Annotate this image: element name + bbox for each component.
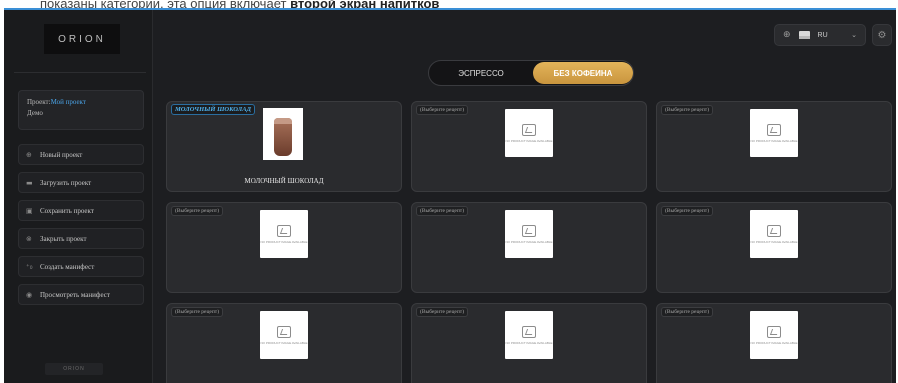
create-manifest-icon: ⁺₀ bbox=[26, 262, 33, 271]
sidebar-divider bbox=[14, 72, 146, 73]
recipe-tile-label: (Выберите рецепт) bbox=[661, 206, 714, 216]
sidebar-item-label: Загрузить проект bbox=[40, 178, 92, 187]
image-placeholder-icon bbox=[522, 123, 536, 136]
recipe-tile[interactable]: (Выберите рецепт) NO PRODUCT IMAGE AVAIL… bbox=[411, 303, 647, 383]
image-placeholder-icon bbox=[767, 224, 781, 237]
drink-image bbox=[263, 108, 303, 160]
recipe-tile[interactable]: (Выберите рецепт) NO PRODUCT IMAGE AVAIL… bbox=[166, 303, 402, 383]
recipe-tile[interactable]: (Выберите рецепт) NO PRODUCT IMAGE AVAIL… bbox=[656, 101, 892, 192]
image-placeholder-icon bbox=[277, 325, 291, 338]
no-product-text: NO PRODUCT IMAGE AVAILABLE bbox=[750, 138, 798, 143]
project-info-card: Проект:Мой проект Демо bbox=[18, 90, 144, 130]
project-name: Мой проект bbox=[50, 98, 86, 106]
recipe-tile-label: (Выберите рецепт) bbox=[416, 206, 469, 216]
no-product-text: NO PRODUCT IMAGE AVAILABLE bbox=[750, 239, 798, 244]
plus-circle-icon: ⊕ bbox=[26, 150, 32, 159]
sidebar: ORION Проект:Мой проект Демо ⊕ Новый про… bbox=[4, 10, 153, 383]
no-product-image: NO PRODUCT IMAGE AVAILABLE bbox=[505, 210, 553, 258]
no-product-image: NO PRODUCT IMAGE AVAILABLE bbox=[260, 311, 308, 359]
close-circle-icon: ⊗ bbox=[26, 234, 32, 243]
no-product-image: NO PRODUCT IMAGE AVAILABLE bbox=[750, 210, 798, 258]
sidebar-item-save-project[interactable]: ▣ Сохранить проект bbox=[18, 200, 144, 221]
no-product-text: NO PRODUCT IMAGE AVAILABLE bbox=[505, 340, 553, 345]
flag-icon bbox=[798, 31, 810, 39]
recipe-tile-label: (Выберите рецепт) bbox=[661, 105, 714, 115]
globe-icon: ⊕ bbox=[783, 30, 791, 40]
no-product-text: NO PRODUCT IMAGE AVAILABLE bbox=[505, 138, 553, 143]
recipe-tile-label: (Выберите рецепт) bbox=[171, 206, 224, 216]
no-product-text: NO PRODUCT IMAGE AVAILABLE bbox=[505, 239, 553, 244]
sidebar-menu: ⊕ Новый проект ▬ Загрузить проект ▣ Сохр… bbox=[18, 144, 144, 312]
recipe-tile-label: (Выберите рецепт) bbox=[416, 105, 469, 115]
recipe-tile[interactable]: (Выберите рецепт) NO PRODUCT IMAGE AVAIL… bbox=[411, 101, 647, 192]
recipe-tile[interactable]: (Выберите рецепт) NO PRODUCT IMAGE AVAIL… bbox=[656, 303, 892, 383]
sidebar-item-create-manifest[interactable]: ⁺₀ Создать манифест bbox=[18, 256, 144, 277]
image-placeholder-icon bbox=[277, 224, 291, 237]
recipe-tile-label: (Выберите рецепт) bbox=[661, 307, 714, 317]
no-product-text: NO PRODUCT IMAGE AVAILABLE bbox=[260, 239, 308, 244]
no-product-text: NO PRODUCT IMAGE AVAILABLE bbox=[750, 340, 798, 345]
language-selector[interactable]: ⊕ RU ⌄ bbox=[774, 24, 866, 46]
bottom-logo: ORION bbox=[45, 363, 103, 375]
no-product-image: NO PRODUCT IMAGE AVAILABLE bbox=[750, 109, 798, 157]
sidebar-item-label: Создать манифест bbox=[40, 262, 95, 271]
project-label: Проект: bbox=[27, 98, 51, 106]
drink-name: МОЛОЧНЫЙ ШОКОЛАД bbox=[244, 177, 324, 185]
sidebar-item-label: Новый проект bbox=[40, 150, 83, 159]
recipe-tile[interactable]: (Выберите рецепт) NO PRODUCT IMAGE AVAIL… bbox=[166, 202, 402, 293]
app-window: ORION Проект:Мой проект Демо ⊕ Новый про… bbox=[4, 8, 896, 383]
caption-text: показаны категории, эта опция включает в… bbox=[0, 0, 898, 8]
image-placeholder-icon bbox=[522, 224, 536, 237]
image-placeholder-icon bbox=[522, 325, 536, 338]
no-product-image: NO PRODUCT IMAGE AVAILABLE bbox=[505, 109, 553, 157]
gear-icon: ⚙ bbox=[877, 29, 887, 41]
caption-prefix: показаны категории, эта опция включает bbox=[40, 0, 287, 8]
language-code: RU bbox=[817, 31, 828, 39]
no-product-image: NO PRODUCT IMAGE AVAILABLE bbox=[505, 311, 553, 359]
recipe-tile-label: (Выберите рецепт) bbox=[171, 307, 224, 317]
no-product-image: NO PRODUCT IMAGE AVAILABLE bbox=[260, 210, 308, 258]
save-icon: ▣ bbox=[26, 206, 33, 215]
sidebar-item-new-project[interactable]: ⊕ Новый проект bbox=[18, 144, 144, 165]
image-placeholder-icon bbox=[767, 325, 781, 338]
orion-logo: ORION bbox=[44, 24, 120, 54]
image-placeholder-icon bbox=[767, 123, 781, 136]
sidebar-item-label: Просмотреть манифест bbox=[40, 290, 110, 299]
no-product-image: NO PRODUCT IMAGE AVAILABLE bbox=[750, 311, 798, 359]
sidebar-item-view-manifest[interactable]: ◉ Просмотреть манифест bbox=[18, 284, 144, 305]
recipe-tile[interactable]: (Выберите рецепт) NO PRODUCT IMAGE AVAIL… bbox=[411, 202, 647, 293]
sidebar-item-label: Сохранить проект bbox=[40, 206, 94, 215]
category-tabs: ЭСПРЕССО БЕЗ КОФЕИНА bbox=[428, 60, 634, 86]
folder-icon: ▬ bbox=[26, 178, 33, 187]
tab-espresso[interactable]: ЭСПРЕССО bbox=[431, 62, 531, 84]
recipe-grid: МОЛОЧНЫЙ ШОКОЛАД МОЛОЧНЫЙ ШОКОЛАД (Выбер… bbox=[166, 101, 892, 383]
recipe-tile-label: (Выберите рецепт) bbox=[416, 307, 469, 317]
project-sub: Демо bbox=[27, 109, 43, 117]
recipe-tile[interactable]: МОЛОЧНЫЙ ШОКОЛАД МОЛОЧНЫЙ ШОКОЛАД bbox=[166, 101, 402, 192]
settings-button[interactable]: ⚙ bbox=[872, 24, 892, 46]
recipe-tile-label: МОЛОЧНЫЙ ШОКОЛАД bbox=[171, 104, 256, 115]
sidebar-item-close-project[interactable]: ⊗ Закрыть проект bbox=[18, 228, 144, 249]
chocolate-cup-icon bbox=[274, 118, 292, 156]
sidebar-item-label: Закрыть проект bbox=[40, 234, 87, 243]
eye-icon: ◉ bbox=[26, 290, 33, 299]
no-product-text: NO PRODUCT IMAGE AVAILABLE bbox=[260, 340, 308, 345]
chevron-down-icon: ⌄ bbox=[851, 31, 857, 39]
sidebar-item-load-project[interactable]: ▬ Загрузить проект bbox=[18, 172, 144, 193]
tab-decaf[interactable]: БЕЗ КОФЕИНА bbox=[533, 62, 633, 84]
recipe-tile[interactable]: (Выберите рецепт) NO PRODUCT IMAGE AVAIL… bbox=[656, 202, 892, 293]
caption-bold: второй экран напитков bbox=[290, 0, 440, 8]
